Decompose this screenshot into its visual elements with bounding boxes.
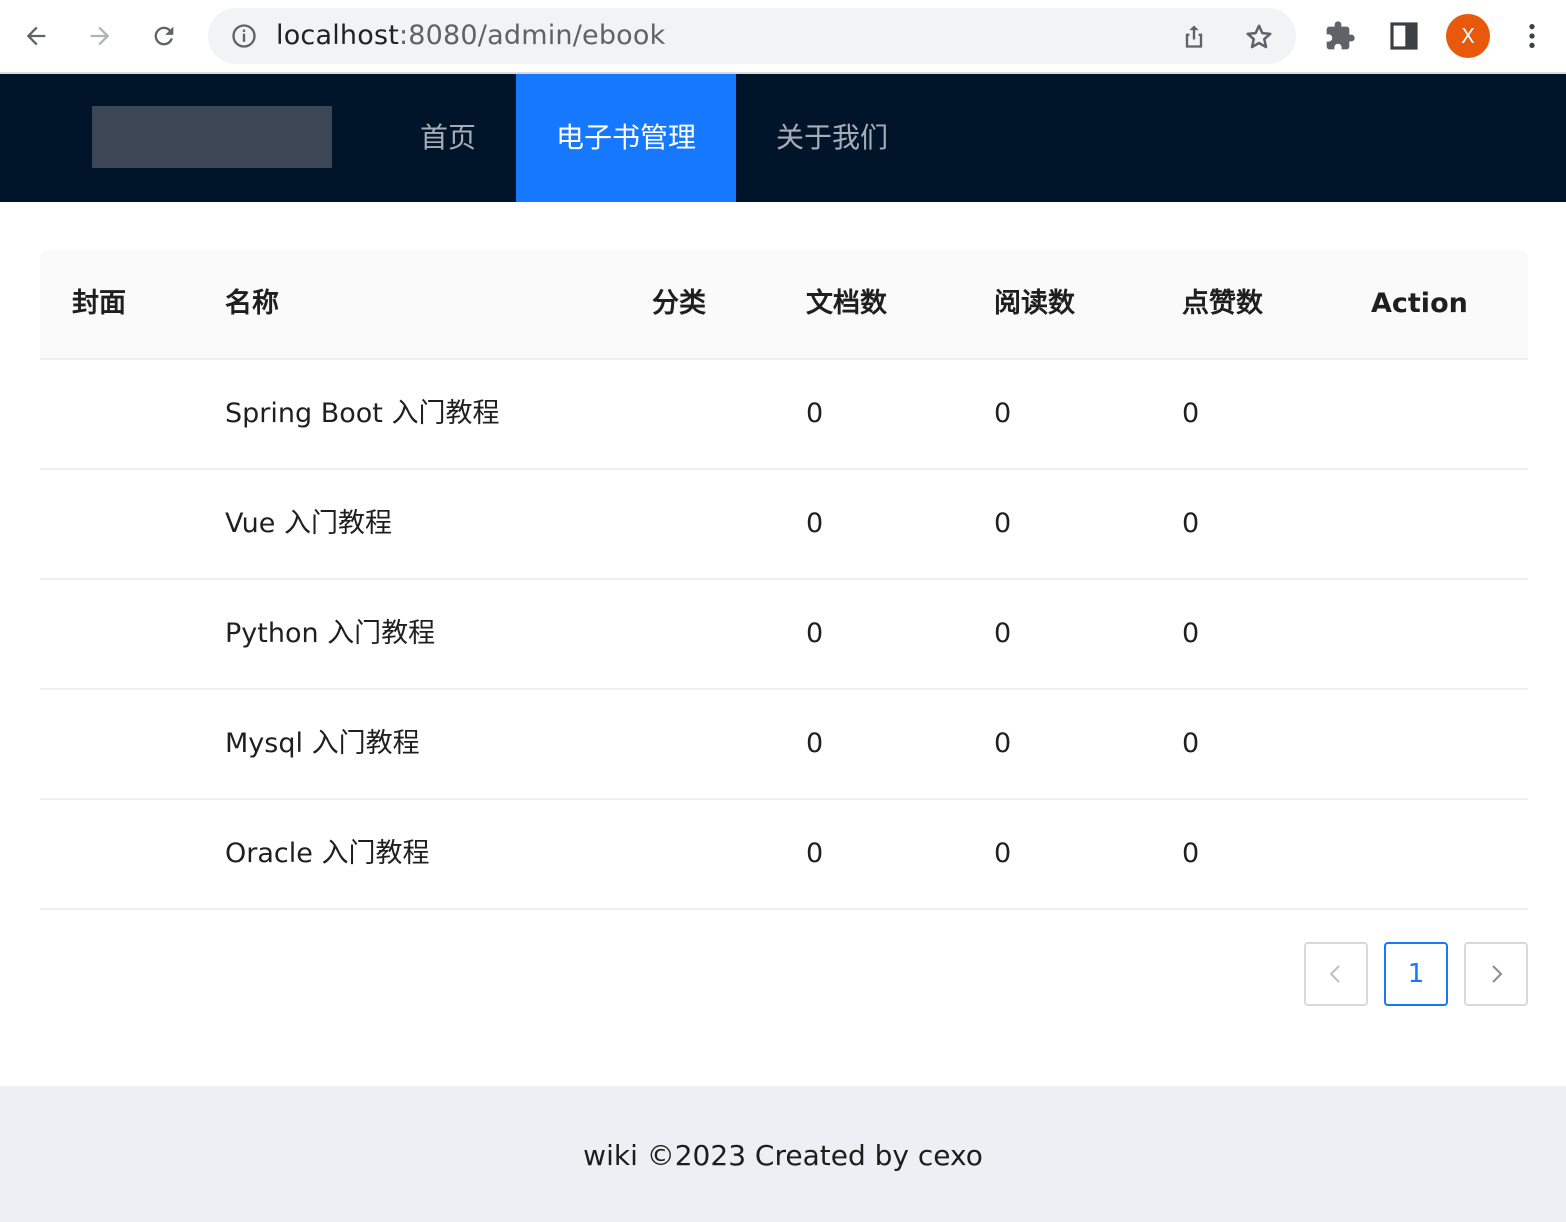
cell-vote-count: 0	[1182, 728, 1200, 759]
menu-item-home[interactable]: 首页	[380, 74, 516, 202]
table-row: Oracle 入门教程 0 0 0	[40, 800, 1528, 910]
address-bar[interactable]: localhost:8080/admin/ebook	[208, 8, 1296, 64]
table-row: Vue 入门教程 0 0 0	[40, 470, 1528, 580]
cell-name: Spring Boot 入门教程	[225, 398, 500, 429]
profile-initial: X	[1461, 24, 1475, 48]
cell-name: Vue 入门教程	[225, 508, 392, 539]
cell-vote-count: 0	[1182, 508, 1200, 539]
table-row: Mysql 入门教程 0 0 0	[40, 690, 1528, 800]
column-header-view-count: 阅读数	[994, 288, 1075, 319]
cell-view-count: 0	[994, 618, 1012, 649]
pagination-prev-button[interactable]	[1304, 942, 1368, 1006]
forward-arrow-icon[interactable]	[80, 16, 120, 56]
cell-name: Oracle 入门教程	[225, 838, 430, 869]
info-icon[interactable]	[230, 22, 258, 50]
cell-vote-count: 0	[1182, 838, 1200, 869]
cell-doc-count: 0	[806, 398, 824, 429]
column-header-cover: 封面	[72, 288, 126, 319]
cell-doc-count: 0	[806, 618, 824, 649]
cell-view-count: 0	[994, 508, 1012, 539]
pagination-page-button[interactable]: 1	[1384, 942, 1448, 1006]
cell-view-count: 0	[994, 728, 1012, 759]
more-vert-icon[interactable]	[1514, 18, 1550, 54]
pagination-next-button[interactable]	[1464, 942, 1528, 1006]
app-header: 首页 电子书管理 关于我们	[0, 74, 1566, 202]
ebook-table: 封面 名称 分类 文档数 阅读数 点赞数 Action Spring Boot …	[40, 250, 1528, 910]
column-header-category: 分类	[652, 288, 706, 319]
cell-name: Mysql 入门教程	[225, 728, 420, 759]
profile-avatar[interactable]: X	[1446, 14, 1490, 58]
column-header-vote-count: 点赞数	[1182, 288, 1263, 319]
browser-toolbar: localhost:8080/admin/ebook X	[0, 0, 1566, 74]
cell-doc-count: 0	[806, 508, 824, 539]
chevron-right-icon	[1492, 965, 1503, 983]
column-header-doc-count: 文档数	[806, 288, 887, 319]
url-text[interactable]: localhost:8080/admin/ebook	[276, 8, 665, 64]
logo	[92, 106, 332, 168]
page-footer: wiki ©2023 Created by cexo	[0, 1086, 1566, 1222]
side-panel-icon[interactable]	[1386, 18, 1422, 54]
menu-item-ebook-admin[interactable]: 电子书管理	[516, 74, 736, 202]
reload-icon[interactable]	[144, 16, 184, 56]
cell-doc-count: 0	[806, 728, 824, 759]
chevron-left-icon	[1329, 965, 1340, 983]
url-path: :8080/admin/ebook	[399, 20, 666, 51]
cell-vote-count: 0	[1182, 398, 1200, 429]
cell-vote-count: 0	[1182, 618, 1200, 649]
cell-view-count: 0	[994, 838, 1012, 869]
cell-name: Python 入门教程	[225, 618, 436, 649]
column-header-action: Action	[1371, 288, 1468, 319]
table-row: Python 入门教程 0 0 0	[40, 580, 1528, 690]
table-header: 封面 名称 分类 文档数 阅读数 点赞数 Action	[40, 250, 1528, 360]
cell-doc-count: 0	[806, 838, 824, 869]
table-row: Spring Boot 入门教程 0 0 0	[40, 360, 1528, 470]
extensions-icon[interactable]	[1322, 18, 1358, 54]
star-icon[interactable]	[1244, 22, 1274, 52]
share-icon[interactable]	[1180, 22, 1208, 50]
cell-view-count: 0	[994, 398, 1012, 429]
url-host: localhost	[276, 20, 399, 51]
back-arrow-icon[interactable]	[16, 16, 56, 56]
footer-text: wiki ©2023 Created by cexo	[583, 1139, 983, 1172]
column-header-name: 名称	[225, 288, 279, 319]
menu-item-about[interactable]: 关于我们	[736, 74, 928, 202]
